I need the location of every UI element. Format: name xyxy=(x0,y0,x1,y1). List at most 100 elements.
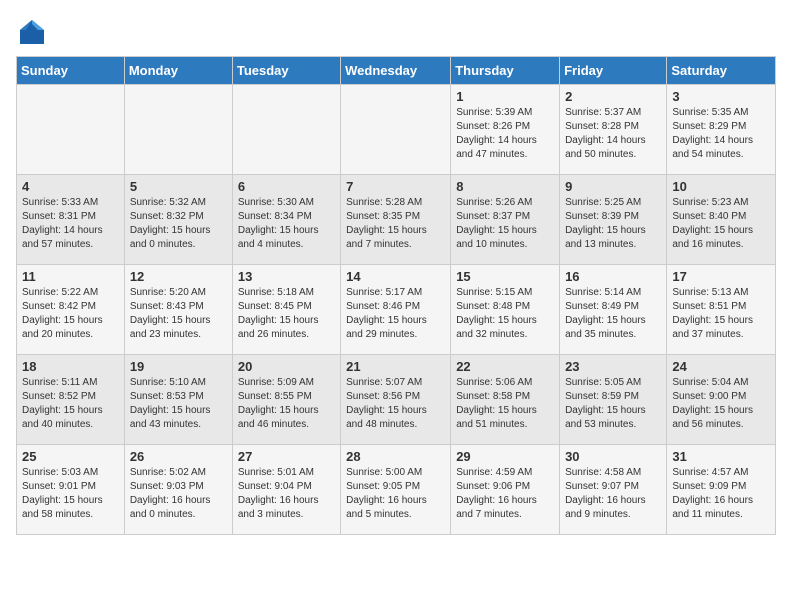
day-number: 13 xyxy=(238,269,335,284)
day-detail: Sunrise: 5:09 AM Sunset: 8:55 PM Dayligh… xyxy=(238,376,335,432)
calendar-cell: 1Sunrise: 5:39 AM Sunset: 8:26 PM Daylig… xyxy=(451,85,560,175)
calendar-header-row: SundayMondayTuesdayWednesdayThursdayFrid… xyxy=(17,57,776,85)
day-detail: Sunrise: 5:07 AM Sunset: 8:56 PM Dayligh… xyxy=(346,376,445,432)
day-number: 26 xyxy=(130,449,227,464)
day-detail: Sunrise: 5:05 AM Sunset: 8:59 PM Dayligh… xyxy=(565,376,661,432)
day-detail: Sunrise: 5:06 AM Sunset: 8:58 PM Dayligh… xyxy=(456,376,554,432)
day-number: 4 xyxy=(22,179,119,194)
day-number: 27 xyxy=(238,449,335,464)
day-detail: Sunrise: 5:26 AM Sunset: 8:37 PM Dayligh… xyxy=(456,196,554,252)
page-header xyxy=(16,16,776,48)
logo-icon xyxy=(16,16,48,48)
calendar-week-row: 18 Sunrise: 5:11 AM Sunset: 8:52 PM Dayli… xyxy=(17,355,776,445)
calendar-cell: 30 Sunrise: 4:58 AM Sunset: 9:07 PM Dayli… xyxy=(560,445,667,535)
day-number: 16 xyxy=(565,269,661,284)
calendar-cell: 6 Sunrise: 5:30 AM Sunset: 8:34 PM Daylig… xyxy=(232,175,340,265)
day-number: 19 xyxy=(130,359,227,374)
day-detail: Sunrise: 5:15 AM Sunset: 8:48 PM Dayligh… xyxy=(456,286,554,342)
calendar-cell: 14 Sunrise: 5:17 AM Sunset: 8:46 PM Dayli… xyxy=(341,265,451,355)
day-number: 2 xyxy=(565,89,661,104)
day-detail: Sunrise: 5:32 AM Sunset: 8:32 PM Dayligh… xyxy=(130,196,227,252)
calendar-cell: 16 Sunrise: 5:14 AM Sunset: 8:49 PM Dayli… xyxy=(560,265,667,355)
calendar-cell: 10Sunrise: 5:23 AM Sunset: 8:40 PM Dayli… xyxy=(667,175,776,265)
calendar-cell xyxy=(341,85,451,175)
day-number: 5 xyxy=(130,179,227,194)
day-detail: Sunrise: 5:18 AM Sunset: 8:45 PM Dayligh… xyxy=(238,286,335,342)
day-number: 29 xyxy=(456,449,554,464)
day-detail: Sunrise: 5:37 AM Sunset: 8:28 PM Dayligh… xyxy=(565,106,661,162)
weekday-header-sunday: Sunday xyxy=(17,57,125,85)
calendar-cell xyxy=(17,85,125,175)
calendar-cell xyxy=(124,85,232,175)
day-detail: Sunrise: 5:30 AM Sunset: 8:34 PM Dayligh… xyxy=(238,196,335,252)
calendar-week-row: 25Sunrise: 5:03 AM Sunset: 9:01 PM Dayli… xyxy=(17,445,776,535)
day-detail: Sunrise: 5:17 AM Sunset: 8:46 PM Dayligh… xyxy=(346,286,445,342)
calendar-cell: 28 Sunrise: 5:00 AM Sunset: 9:05 PM Dayli… xyxy=(341,445,451,535)
day-number: 1 xyxy=(456,89,554,104)
day-detail: Sunrise: 5:22 AM Sunset: 8:42 PM Dayligh… xyxy=(22,286,119,342)
calendar-week-row: 1Sunrise: 5:39 AM Sunset: 8:26 PM Daylig… xyxy=(17,85,776,175)
weekday-header-thursday: Thursday xyxy=(451,57,560,85)
calendar-cell: 5 Sunrise: 5:32 AM Sunset: 8:32 PM Daylig… xyxy=(124,175,232,265)
calendar-cell: 24Sunrise: 5:04 AM Sunset: 9:00 PM Dayli… xyxy=(667,355,776,445)
day-number: 28 xyxy=(346,449,445,464)
calendar-cell: 29 Sunrise: 4:59 AM Sunset: 9:06 PM Dayli… xyxy=(451,445,560,535)
calendar-cell: 21 Sunrise: 5:07 AM Sunset: 8:56 PM Dayli… xyxy=(341,355,451,445)
day-number: 14 xyxy=(346,269,445,284)
calendar-cell: 8 Sunrise: 5:26 AM Sunset: 8:37 PM Daylig… xyxy=(451,175,560,265)
day-number: 31 xyxy=(672,449,770,464)
weekday-header-friday: Friday xyxy=(560,57,667,85)
day-detail: Sunrise: 5:14 AM Sunset: 8:49 PM Dayligh… xyxy=(565,286,661,342)
day-number: 11 xyxy=(22,269,119,284)
day-number: 23 xyxy=(565,359,661,374)
day-detail: Sunrise: 5:20 AM Sunset: 8:43 PM Dayligh… xyxy=(130,286,227,342)
day-detail: Sunrise: 5:35 AM Sunset: 8:29 PM Dayligh… xyxy=(672,106,770,162)
calendar-cell: 25Sunrise: 5:03 AM Sunset: 9:01 PM Dayli… xyxy=(17,445,125,535)
day-detail: Sunrise: 5:33 AM Sunset: 8:31 PM Dayligh… xyxy=(22,196,119,252)
calendar-week-row: 4 Sunrise: 5:33 AM Sunset: 8:31 PM Daylig… xyxy=(17,175,776,265)
day-detail: Sunrise: 5:02 AM Sunset: 9:03 PM Dayligh… xyxy=(130,466,227,522)
calendar-table: SundayMondayTuesdayWednesdayThursdayFrid… xyxy=(16,56,776,535)
calendar-week-row: 11 Sunrise: 5:22 AM Sunset: 8:42 PM Dayli… xyxy=(17,265,776,355)
day-number: 30 xyxy=(565,449,661,464)
day-detail: Sunrise: 5:23 AM Sunset: 8:40 PM Dayligh… xyxy=(672,196,770,252)
day-number: 20 xyxy=(238,359,335,374)
day-detail: Sunrise: 5:01 AM Sunset: 9:04 PM Dayligh… xyxy=(238,466,335,522)
calendar-cell: 12 Sunrise: 5:20 AM Sunset: 8:43 PM Dayli… xyxy=(124,265,232,355)
day-number: 18 xyxy=(22,359,119,374)
calendar-cell: 20 Sunrise: 5:09 AM Sunset: 8:55 PM Dayli… xyxy=(232,355,340,445)
day-number: 24 xyxy=(672,359,770,374)
day-number: 7 xyxy=(346,179,445,194)
day-detail: Sunrise: 4:59 AM Sunset: 9:06 PM Dayligh… xyxy=(456,466,554,522)
day-detail: Sunrise: 5:11 AM Sunset: 8:52 PM Dayligh… xyxy=(22,376,119,432)
calendar-cell: 22Sunrise: 5:06 AM Sunset: 8:58 PM Dayli… xyxy=(451,355,560,445)
day-number: 15 xyxy=(456,269,554,284)
calendar-cell: 17Sunrise: 5:13 AM Sunset: 8:51 PM Dayli… xyxy=(667,265,776,355)
day-detail: Sunrise: 5:10 AM Sunset: 8:53 PM Dayligh… xyxy=(130,376,227,432)
weekday-header-tuesday: Tuesday xyxy=(232,57,340,85)
weekday-header-saturday: Saturday xyxy=(667,57,776,85)
day-number: 12 xyxy=(130,269,227,284)
day-number: 21 xyxy=(346,359,445,374)
calendar-cell: 2 Sunrise: 5:37 AM Sunset: 8:28 PM Daylig… xyxy=(560,85,667,175)
day-detail: Sunrise: 5:28 AM Sunset: 8:35 PM Dayligh… xyxy=(346,196,445,252)
calendar-cell: 27 Sunrise: 5:01 AM Sunset: 9:04 PM Dayli… xyxy=(232,445,340,535)
calendar-cell: 9Sunrise: 5:25 AM Sunset: 8:39 PM Daylig… xyxy=(560,175,667,265)
day-detail: Sunrise: 4:58 AM Sunset: 9:07 PM Dayligh… xyxy=(565,466,661,522)
calendar-cell: 13 Sunrise: 5:18 AM Sunset: 8:45 PM Dayli… xyxy=(232,265,340,355)
calendar-cell: 19 Sunrise: 5:10 AM Sunset: 8:53 PM Dayli… xyxy=(124,355,232,445)
day-detail: Sunrise: 5:25 AM Sunset: 8:39 PM Dayligh… xyxy=(565,196,661,252)
weekday-header-wednesday: Wednesday xyxy=(341,57,451,85)
day-detail: Sunrise: 4:57 AM Sunset: 9:09 PM Dayligh… xyxy=(672,466,770,522)
calendar-cell: 3 Sunrise: 5:35 AM Sunset: 8:29 PM Daylig… xyxy=(667,85,776,175)
day-detail: Sunrise: 5:13 AM Sunset: 8:51 PM Dayligh… xyxy=(672,286,770,342)
day-number: 8 xyxy=(456,179,554,194)
calendar-cell xyxy=(232,85,340,175)
logo xyxy=(16,16,52,48)
day-number: 6 xyxy=(238,179,335,194)
calendar-cell: 11 Sunrise: 5:22 AM Sunset: 8:42 PM Dayli… xyxy=(17,265,125,355)
day-detail: Sunrise: 5:00 AM Sunset: 9:05 PM Dayligh… xyxy=(346,466,445,522)
calendar-cell: 7 Sunrise: 5:28 AM Sunset: 8:35 PM Daylig… xyxy=(341,175,451,265)
calendar-cell: 15 Sunrise: 5:15 AM Sunset: 8:48 PM Dayli… xyxy=(451,265,560,355)
day-number: 3 xyxy=(672,89,770,104)
